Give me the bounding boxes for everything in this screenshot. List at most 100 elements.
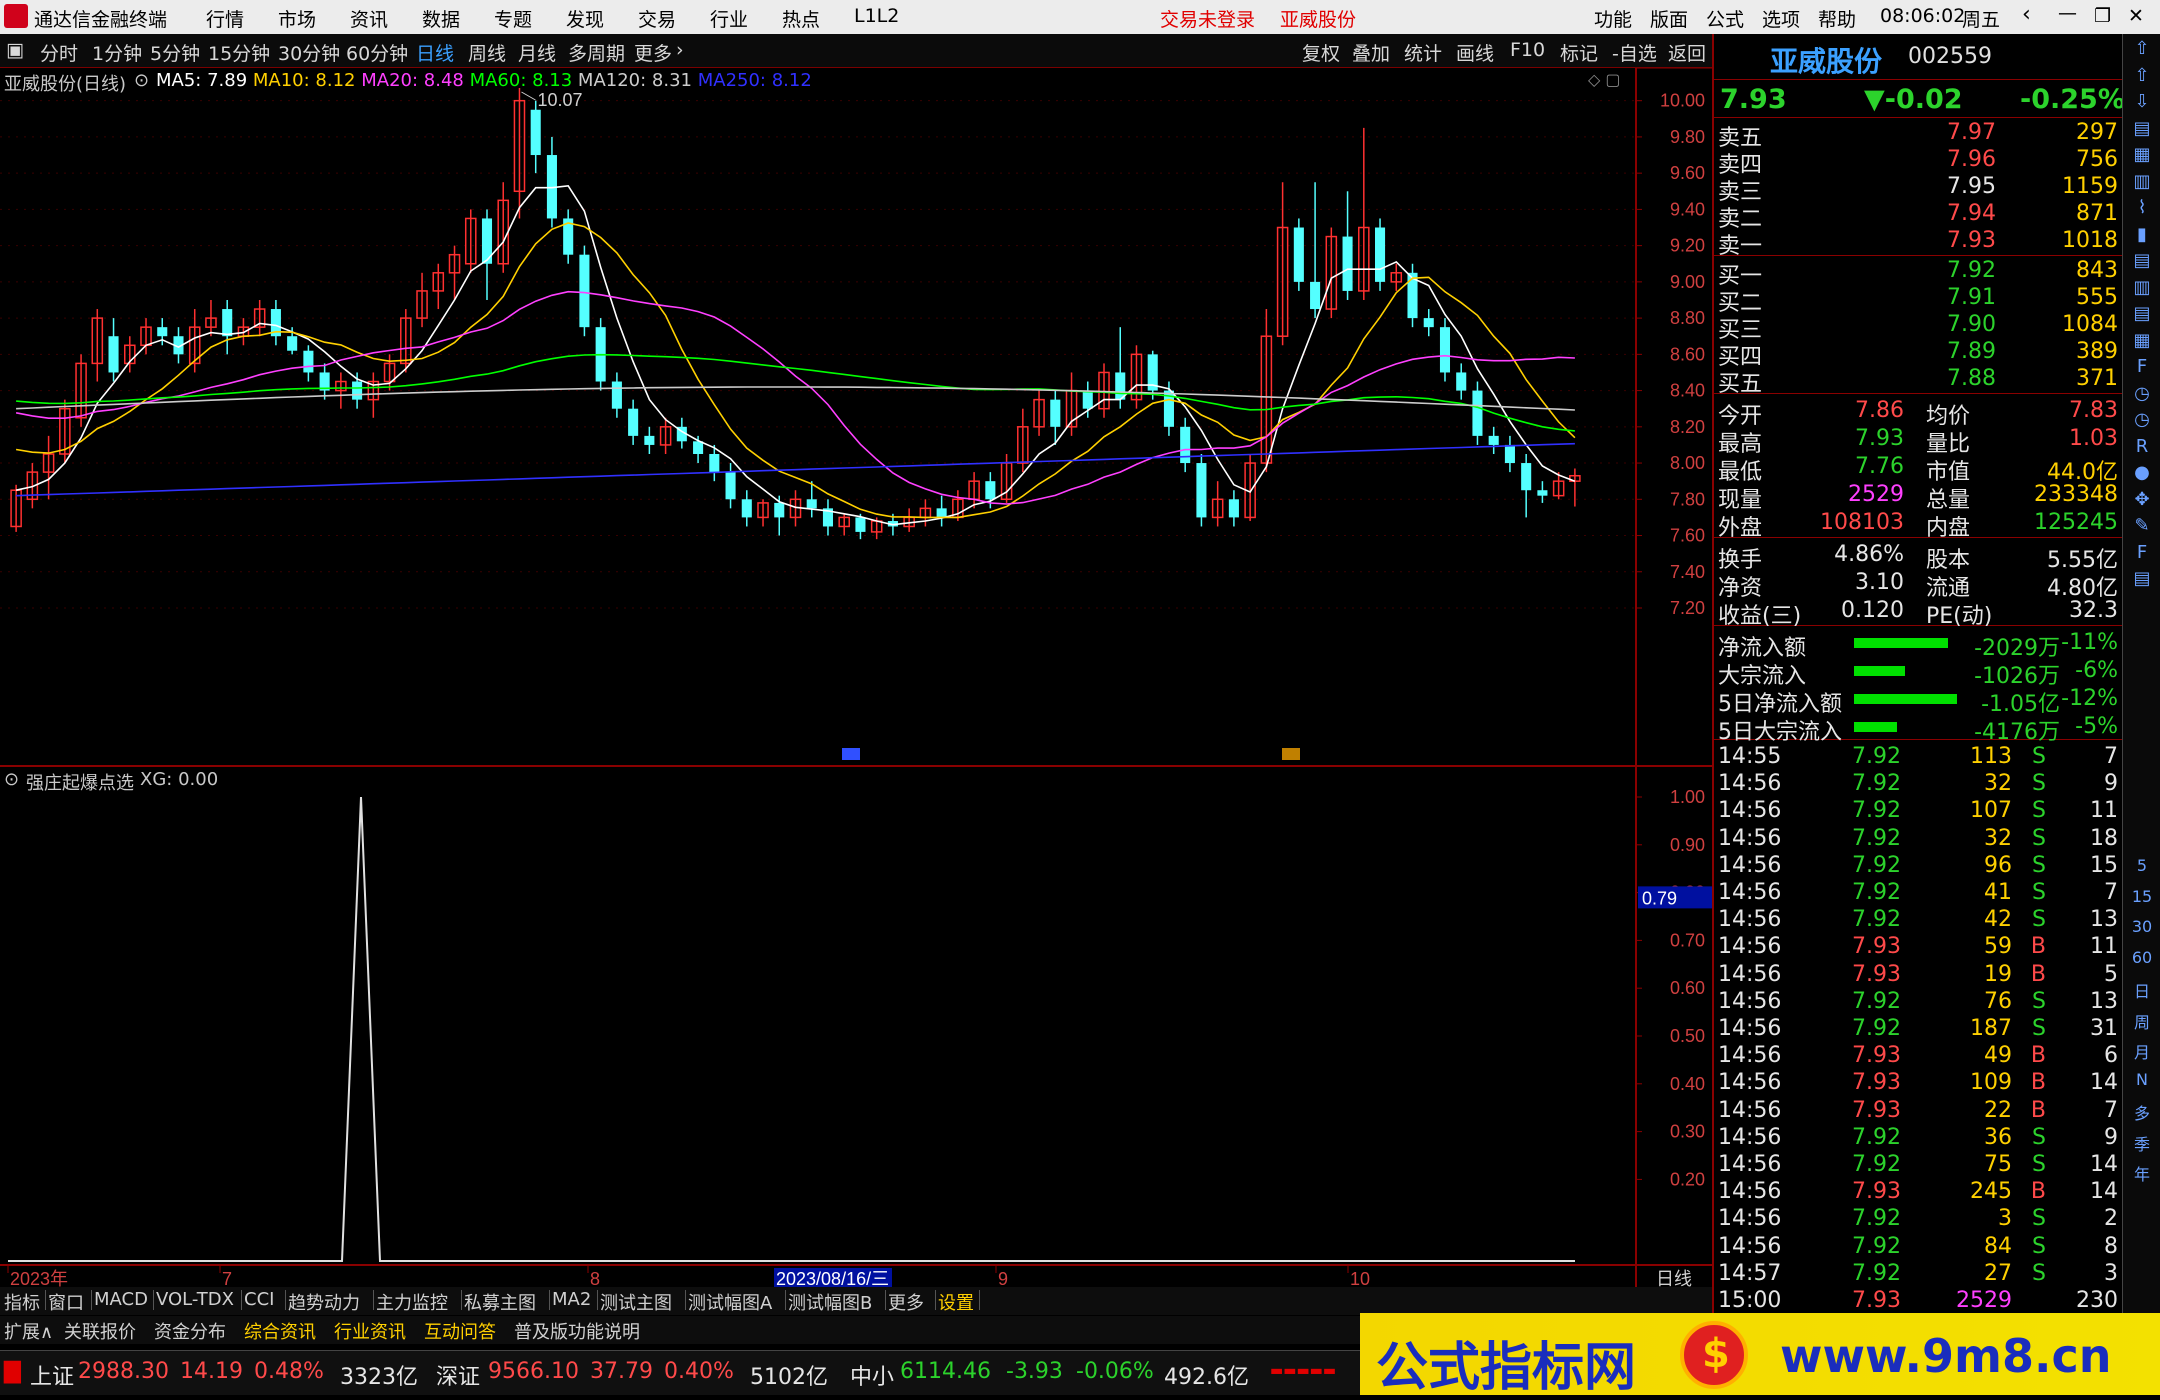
menu-zhuanti[interactable]: 专题 <box>494 5 532 32</box>
menu-redian[interactable]: 热点 <box>782 5 820 32</box>
tick-list[interactable]: 14:55 7.92 113 S 7 14:56 7.92 32 S 9 14:56 7.92 107 S… <box>1714 742 2124 1321</box>
indicator-tab-2[interactable]: MACD <box>94 1289 148 1310</box>
period-daily[interactable]: 日线 <box>416 39 454 66</box>
f2-icon[interactable]: F <box>2129 356 2155 382</box>
btn-zixuan[interactable]: -自选 <box>1612 39 1657 66</box>
fin-icon[interactable]: ▥ <box>2129 277 2155 303</box>
period-weekly[interactable]: 周线 <box>468 39 506 66</box>
period-fenshi[interactable]: 分时 <box>40 39 78 66</box>
clock-icon[interactable]: ◷ <box>2129 383 2155 409</box>
ma-legend-item[interactable]: MA120: 8.31 <box>578 70 698 91</box>
legend-dropdown-icon[interactable]: ⊙ <box>134 70 149 91</box>
btn-diejia[interactable]: 叠加 <box>1352 39 1390 66</box>
grid-icon[interactable]: ▦ <box>2129 144 2155 170</box>
menu-hangqing[interactable]: 行情 <box>206 5 244 32</box>
table-icon-2[interactable]: ▤ <box>2129 250 2155 276</box>
table-icon[interactable]: ▥ <box>2129 171 2155 197</box>
rsi-icon[interactable]: R <box>2129 436 2155 462</box>
chart-settings-icon[interactable]: ◇ ▢ <box>1588 70 1621 89</box>
indicator-tab-12[interactable]: 更多 <box>888 1289 924 1315</box>
sidebar-period-3[interactable]: 60 <box>2123 948 2160 967</box>
menu-jiaoyi[interactable]: 交易 <box>638 5 676 32</box>
minimize-icon[interactable]: — <box>2058 2 2077 24</box>
menu-hangye[interactable]: 行业 <box>710 5 748 32</box>
window-toggle-icon[interactable]: ▣ <box>6 39 24 61</box>
ma-legend-item[interactable]: MA10: 8.12 <box>253 70 361 91</box>
extension-tab-0[interactable]: 扩展∧ <box>4 1318 53 1344</box>
menu-gongshi[interactable]: 公式 <box>1706 5 1744 32</box>
menu-gongneng[interactable]: 功能 <box>1594 5 1632 32</box>
sidebar-period-7[interactable]: N <box>2123 1070 2160 1089</box>
f5-icon[interactable]: F <box>2129 542 2155 568</box>
login-status[interactable]: 交易未登录 <box>1160 5 1255 32</box>
period-15min[interactable]: 15分钟 <box>208 39 270 66</box>
extension-tab-5[interactable]: 互动问答 <box>424 1318 496 1344</box>
sidebar-period-6[interactable]: 月 <box>2123 1039 2160 1063</box>
sidebar-period-8[interactable]: 多 <box>2123 1100 2160 1124</box>
candle-icon[interactable]: ▮ <box>2129 224 2155 250</box>
sidebar-period-0[interactable]: 5 <box>2123 856 2160 875</box>
period-60min[interactable]: 60分钟 <box>346 39 408 66</box>
menu-shichang[interactable]: 市场 <box>278 5 316 32</box>
menu-zixun[interactable]: 资讯 <box>350 5 388 32</box>
menu-banmian[interactable]: 版面 <box>1650 5 1688 32</box>
btn-tongji[interactable]: 统计 <box>1404 39 1442 66</box>
up-arrow-icon[interactable]: ⇧ <box>2129 38 2155 64</box>
btn-huaxian[interactable]: 画线 <box>1456 39 1494 66</box>
ma-legend-item[interactable]: MA5: 7.89 <box>156 70 253 91</box>
indicator-tab-7[interactable]: 私募主图 <box>464 1289 536 1315</box>
zx-name[interactable]: 中小 <box>850 1359 894 1391</box>
extension-tab-1[interactable]: 关联报价 <box>64 1318 136 1344</box>
ma-legend-item[interactable]: MA20: 8.48 <box>361 70 469 91</box>
indicator-dropdown-icon[interactable]: ⊙ <box>4 769 19 790</box>
candlestick-chart[interactable]: 10.00 9.80 9.60 9.40 9.20 9.00 8.80 8.60 8.40 8.2… <box>0 68 1712 765</box>
pen-icon[interactable]: ✎ <box>2129 515 2155 541</box>
up-hollow-icon[interactable]: ⇧ <box>2129 65 2155 91</box>
move-icon[interactable]: ✥ <box>2129 489 2155 515</box>
period-30min[interactable]: 30分钟 <box>278 39 340 66</box>
btn-f10[interactable]: F10 <box>1510 39 1545 61</box>
indicator-tab-8[interactable]: MA2 <box>552 1289 591 1310</box>
ma-legend-item[interactable]: MA250: 8.12 <box>698 70 812 91</box>
line-chart-icon[interactable]: ⌇ <box>2129 197 2155 223</box>
btn-biaoji[interactable]: 标记 <box>1560 39 1598 66</box>
indicator-chart-area[interactable]: 1.000.900.800.700.600.500.400.300.200.79… <box>0 765 1712 1289</box>
btn-fanhui[interactable]: 返回 <box>1668 39 1706 66</box>
period-multi[interactable]: 多周期 <box>568 39 625 66</box>
indicator-tab-3[interactable]: VOL-TDX <box>156 1289 234 1310</box>
period-1min[interactable]: 1分钟 <box>92 39 142 66</box>
shield-icon[interactable]: ● <box>2129 462 2155 488</box>
indicator-tab-5[interactable]: 趋势动力 <box>288 1289 360 1315</box>
list-icon[interactable]: ▤ <box>2129 118 2155 144</box>
sidebar-period-1[interactable]: 15 <box>2123 887 2160 906</box>
indicator-tab-6[interactable]: 主力监控 <box>376 1289 448 1315</box>
extension-tab-6[interactable]: 普及版功能说明 <box>514 1318 640 1344</box>
clock-icon-2[interactable]: ◷ <box>2129 409 2155 435</box>
main-chart-area[interactable]: 10.00 9.80 9.60 9.40 9.20 9.00 8.80 8.60 8.40 8.2… <box>0 68 1712 765</box>
indicator-tab-13[interactable]: 设置 <box>938 1289 974 1315</box>
period-monthly[interactable]: 月线 <box>518 39 556 66</box>
indicator-tab-1[interactable]: 窗口 <box>48 1289 84 1315</box>
period-5min[interactable]: 5分钟 <box>150 39 200 66</box>
menu-shuju[interactable]: 数据 <box>422 5 460 32</box>
chevron-right-icon[interactable]: › <box>676 39 684 61</box>
menu-xuanxiang[interactable]: 选项 <box>1762 5 1800 32</box>
back-icon[interactable]: ‹ <box>2022 2 2031 27</box>
indicator-tab-4[interactable]: CCI <box>244 1289 274 1310</box>
f6-icon[interactable]: ▤ <box>2129 568 2155 594</box>
sz-name[interactable]: 深证 <box>436 1359 480 1391</box>
sidebar-period-2[interactable]: 30 <box>2123 917 2160 936</box>
period-more[interactable]: 更多 <box>634 39 672 66</box>
sidebar-period-10[interactable]: 年 <box>2123 1161 2160 1185</box>
ma-legend-item[interactable]: MA60: 8.13 <box>470 70 578 91</box>
btn-fuquan[interactable]: 复权 <box>1302 39 1340 66</box>
sidebar-period-9[interactable]: 季 <box>2123 1131 2160 1155</box>
doc-icon[interactable]: ▤ <box>2129 303 2155 329</box>
extension-tab-2[interactable]: 资金分布 <box>154 1318 226 1344</box>
close-icon[interactable]: ✕ <box>2128 5 2144 27</box>
down-hollow-icon[interactable]: ⇩ <box>2129 91 2155 117</box>
extension-tab-3[interactable]: 综合资讯 <box>244 1318 316 1344</box>
indicator-tab-11[interactable]: 测试幅图B <box>788 1289 872 1315</box>
menu-bangzhu[interactable]: 帮助 <box>1818 5 1856 32</box>
sh-name[interactable]: 上证 <box>30 1359 74 1391</box>
